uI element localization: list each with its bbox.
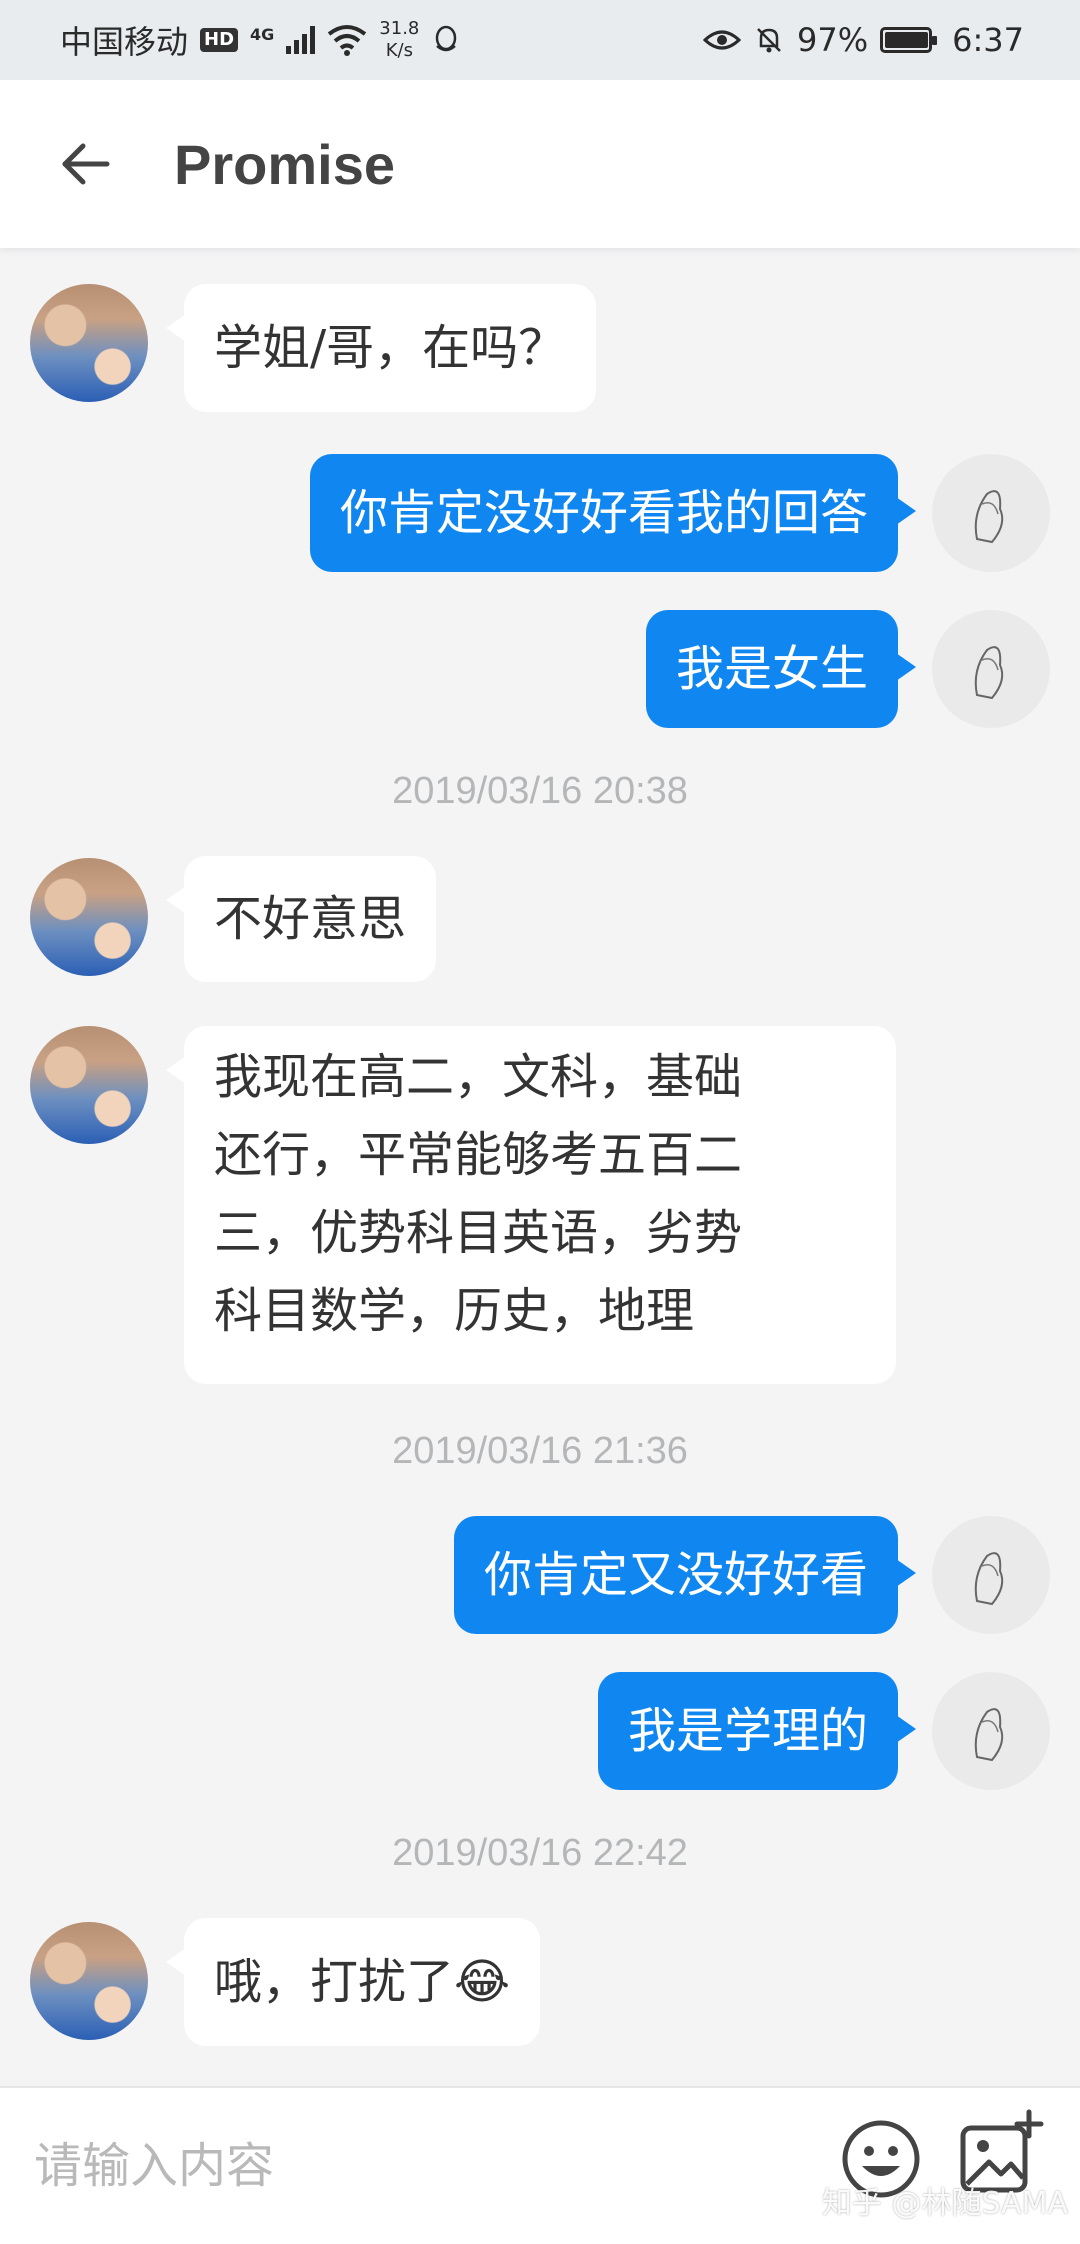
- avatar[interactable]: [30, 858, 148, 976]
- message-bubble[interactable]: 学姐/哥，在吗？: [165, 284, 597, 412]
- message-line: 三，优势科目英语，劣势: [214, 1205, 743, 1261]
- sketch-avatar-icon: [974, 1552, 1004, 1606]
- back-button[interactable]: [40, 119, 130, 209]
- message-text: 哦，打扰了: [214, 1954, 455, 2010]
- chat-area: 学姐/哥，在吗？ 你肯定没好好看我的回答 我是女生 2019/03/16 20:…: [0, 248, 1080, 2086]
- avatar[interactable]: [30, 284, 148, 402]
- message-input[interactable]: [32, 2116, 792, 2216]
- message-line: 我现在高二，文科，基础: [214, 1049, 743, 1105]
- carrier-label: 中国移动: [60, 23, 189, 61]
- tears-of-joy-emoji: 😂: [454, 1954, 511, 2010]
- chat-header: Promise: [0, 80, 1080, 248]
- timestamp: 2019/03/16 22:42: [392, 1832, 688, 1874]
- message-line: 科目数学，历史，地理: [214, 1283, 695, 1339]
- avatar[interactable]: [30, 1922, 148, 2040]
- arrow-left-icon: [62, 143, 110, 185]
- speed-unit: K/s: [385, 40, 413, 61]
- status-left: 中国移动 HD 4G 31.8 K/s: [60, 17, 461, 63]
- sketch-avatar-icon: [974, 646, 1004, 700]
- message-bubble[interactable]: 哦，打扰了😂: [165, 1918, 541, 2046]
- watermark: 知乎 @林随SAMA: [821, 2186, 1068, 2221]
- network-type: 4G: [250, 24, 275, 44]
- timestamp: 2019/03/16 21:36: [392, 1430, 688, 1472]
- message-bubble[interactable]: 我是学理的: [597, 1672, 917, 1790]
- speed-value: 31.8: [379, 18, 420, 39]
- message-bubble[interactable]: 不好意思: [165, 856, 437, 982]
- wifi-icon: [328, 25, 367, 56]
- status-bar: 中国移动 HD 4G 31.8 K/s 97% 6:37: [0, 0, 1080, 80]
- input-bar: 知乎 @林随SAMA: [0, 2086, 1080, 2244]
- sketch-avatar-icon: [974, 1708, 1004, 1762]
- sketch-avatar-icon: [974, 490, 1004, 544]
- eye-icon: [703, 30, 742, 50]
- bell-muted-icon: [757, 28, 781, 53]
- network-speed: 31.8 K/s: [379, 18, 419, 62]
- message-bubble[interactable]: 你肯定又没好好看: [453, 1516, 917, 1634]
- timestamp: 2019/03/16 20:38: [392, 770, 688, 812]
- avatar[interactable]: [30, 1026, 148, 1144]
- message-line: 还行，平常能够考五百二: [214, 1127, 743, 1183]
- avatar[interactable]: [932, 610, 1050, 728]
- battery-percent: 97%: [797, 21, 869, 59]
- qq-icon: [436, 25, 457, 52]
- message-bubble[interactable]: 我现在高二，文科，基础 还行，平常能够考五百二 三，优势科目英语，劣势 科目数学…: [166, 1026, 896, 1384]
- avatar[interactable]: [932, 1672, 1050, 1790]
- message-bubble[interactable]: 你肯定没好好看我的回答: [309, 454, 917, 572]
- message-bubble[interactable]: 我是女生: [645, 610, 917, 728]
- clock: 6:37: [952, 21, 1024, 59]
- page-title: Promise: [174, 132, 395, 196]
- hd-badge: HD: [200, 28, 239, 52]
- avatar[interactable]: [932, 454, 1050, 572]
- battery-icon: [880, 27, 938, 53]
- signal-icon: [286, 26, 316, 54]
- avatar[interactable]: [932, 1516, 1050, 1634]
- status-right: 97% 6:37: [703, 21, 1024, 59]
